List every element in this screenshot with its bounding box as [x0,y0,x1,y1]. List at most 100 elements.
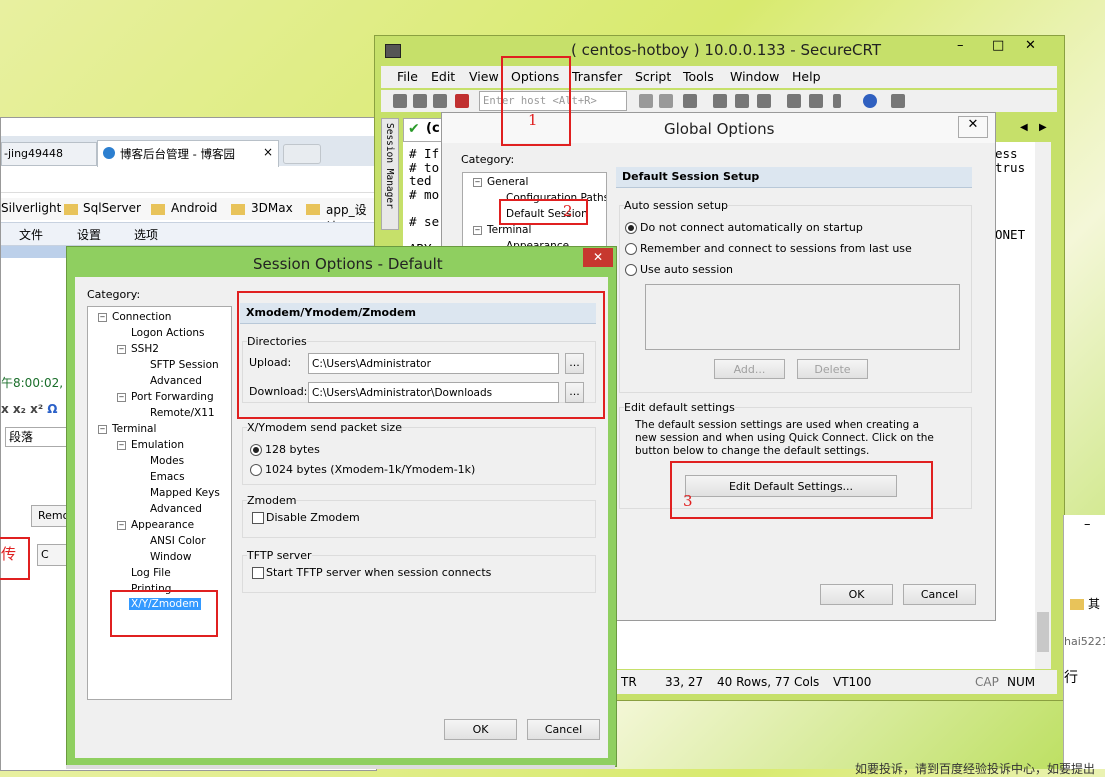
tab-scroll-left-icon[interactable]: ◀ [1020,122,1028,133]
collapse-icon[interactable]: − [473,226,482,235]
session-tab[interactable]: ✔ (c [403,118,445,142]
new-tab-button[interactable] [283,144,321,164]
collapse-icon[interactable]: − [117,345,126,354]
editor-menu-options[interactable]: 选项 [134,226,158,243]
collapse-icon[interactable]: − [98,313,107,322]
print-icon[interactable] [713,94,727,108]
paragraph-select[interactable]: 段落 [5,427,72,447]
close-icon[interactable]: ✕ [1025,38,1036,53]
bookmark-3dmax[interactable]: 3DMax [251,201,293,215]
maximize-icon[interactable]: □ [992,38,1004,53]
collapse-icon[interactable]: − [473,178,482,187]
radio-remember[interactable] [625,243,637,255]
collapse-icon[interactable]: − [117,393,126,402]
session-options-icon[interactable] [787,94,801,108]
tree-terminal[interactable]: Terminal [487,224,531,236]
tree-logon-actions[interactable]: Logon Actions [131,327,205,339]
disable-zmodem-checkbox[interactable] [252,512,264,524]
tree-general[interactable]: General [487,176,528,188]
auto-session-list[interactable] [645,284,960,350]
help-icon[interactable] [863,94,877,108]
tree-appearance[interactable]: Appearance [131,519,194,531]
collapse-icon[interactable]: − [117,441,126,450]
radio-no-connect-label[interactable]: Do not connect automatically on startup [640,221,863,234]
editor-menu-file[interactable]: 文件 [19,226,43,243]
menu-file[interactable]: File [397,69,418,84]
tree-port-forwarding[interactable]: Port Forwarding [131,391,214,403]
disconnect-icon[interactable] [455,94,469,108]
tftp-checkbox[interactable] [252,567,264,579]
printer-icon[interactable] [757,94,771,108]
disable-zmodem-label[interactable]: Disable Zmodem [266,511,360,524]
terminal-scrollbar[interactable] [1035,142,1051,669]
bookmark-sqlserver[interactable]: SqlServer [83,201,141,215]
global-cancel-button[interactable]: Cancel [903,584,976,605]
tab-scroll-right-icon[interactable]: ▶ [1039,122,1047,133]
browser-tab-left[interactable]: -jing49448 [1,142,97,166]
quick-connect-icon[interactable] [413,94,427,108]
radio-128-label[interactable]: 128 bytes [265,443,320,456]
radio-1024-bytes[interactable] [250,464,262,476]
tree-emulation[interactable]: Emulation [131,439,184,451]
radio-128-bytes[interactable] [250,444,262,456]
tree-terminal[interactable]: Terminal [112,423,156,435]
tftp-checkbox-label[interactable]: Start TFTP server when session connects [266,566,491,579]
radio-1024-label[interactable]: 1024 bytes (Xmodem-1k/Ymodem-1k) [265,463,475,476]
menu-transfer[interactable]: Transfer [572,69,622,84]
default-session-header: Default Session Setup [616,167,972,188]
tree-connection[interactable]: Connection [112,311,171,323]
radio-no-connect[interactable] [625,222,637,234]
editor-menu-settings[interactable]: 设置 [77,226,101,243]
right-text-hai: hai5221 [1064,635,1105,648]
delete-button[interactable]: Delete [797,359,868,379]
scrollbar-thumb[interactable] [1037,612,1049,652]
connect-icon[interactable] [393,94,407,108]
tree-mapped-keys[interactable]: Mapped Keys [150,487,220,499]
session-cancel-button[interactable]: Cancel [527,719,600,740]
tree-ssh2[interactable]: SSH2 [131,343,159,355]
tree-ansi-color[interactable]: ANSI Color [150,535,206,547]
global-options-icon[interactable] [809,94,823,108]
paste-icon[interactable] [659,94,673,108]
tree-remote-x11[interactable]: Remote/X11 [150,407,215,419]
minimize-icon[interactable]: – [1084,517,1091,532]
menu-edit[interactable]: Edit [431,69,455,84]
menu-script[interactable]: Script [635,69,671,84]
tree-emulation-advanced[interactable]: Advanced [150,503,202,515]
tree-sftp-session[interactable]: SFTP Session [150,359,219,371]
lock-icon[interactable] [891,94,905,108]
close-icon[interactable]: ✕ [958,116,988,138]
menu-tools[interactable]: Tools [683,69,714,84]
menu-help[interactable]: Help [792,69,821,84]
radio-remember-label[interactable]: Remember and connect to sessions from la… [640,242,912,255]
add-button[interactable]: Add... [714,359,785,379]
tree-ssh2-advanced[interactable]: Advanced [150,375,202,387]
radio-auto-session-label[interactable]: Use auto session [640,263,733,276]
minimize-icon[interactable]: – [957,38,964,53]
find-icon[interactable] [683,94,697,108]
collapse-icon[interactable]: − [117,521,126,530]
key-icon[interactable] [833,94,841,108]
browser-tab-active[interactable]: 博客后台管理 - 博客园 × [97,140,279,167]
tree-window[interactable]: Window [150,551,191,563]
tree-log-file[interactable]: Log File [131,567,171,579]
reconnect-icon[interactable] [433,94,447,108]
session-manager-tab[interactable]: Session Manager [381,118,399,230]
annotation-box-options-menu [501,56,571,146]
collapse-icon[interactable]: − [98,425,107,434]
tree-modes[interactable]: Modes [150,455,184,467]
radio-auto-session[interactable] [625,264,637,276]
print-setup-icon[interactable] [735,94,749,108]
bookmark-silverlight[interactable]: Silverlight [1,201,61,215]
tree-emacs[interactable]: Emacs [150,471,185,483]
bookmark-android[interactable]: Android [171,201,217,215]
session-ok-button[interactable]: OK [444,719,517,740]
address-bar[interactable] [1,168,376,193]
menu-window[interactable]: Window [730,69,779,84]
menu-view[interactable]: View [469,69,499,84]
copy-icon[interactable] [639,94,653,108]
session-category-tree[interactable]: − Connection Logon Actions − SSH2 SFTP S… [87,306,232,700]
global-ok-button[interactable]: OK [820,584,893,605]
close-icon[interactable]: × [263,145,273,159]
close-icon[interactable]: ✕ [583,248,613,267]
